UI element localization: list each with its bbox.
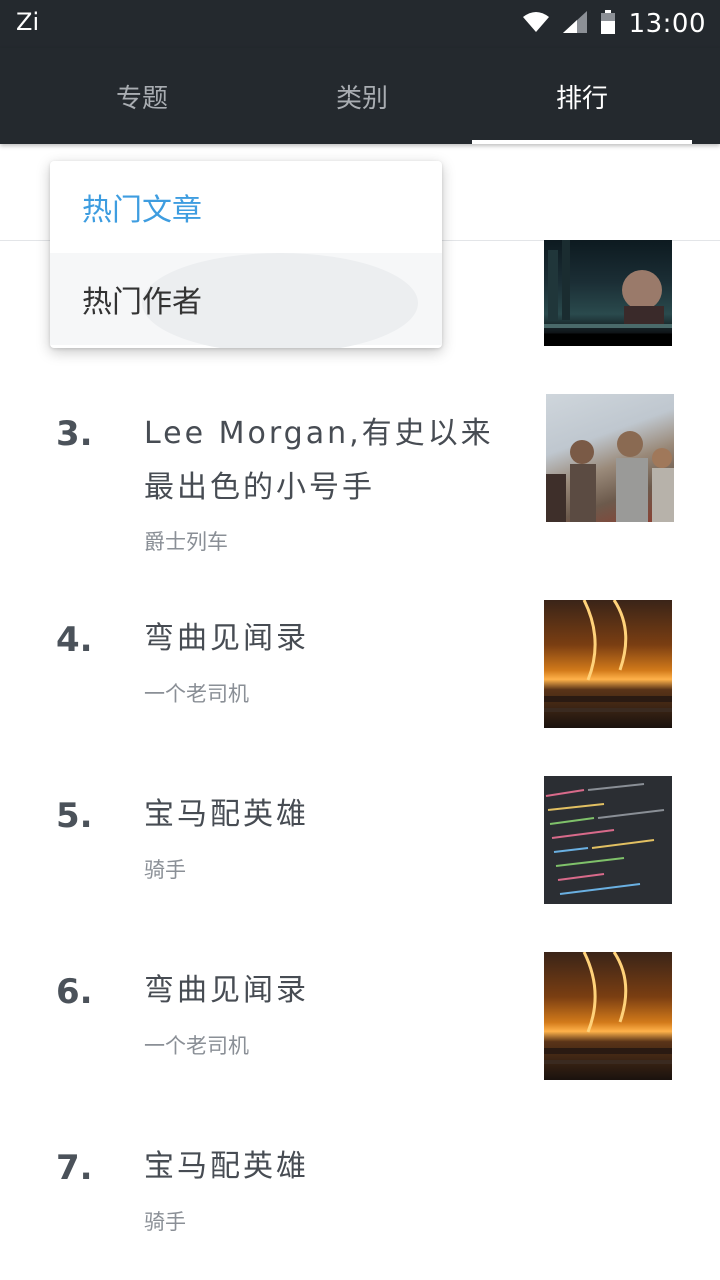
article-title: 弯曲见闻录 [144, 973, 309, 1008]
article-title: Lee Morgan,有史以来最出色的小号手 [144, 416, 494, 505]
article-thumbnail [546, 394, 674, 522]
article-author: 一个老司机 [144, 1034, 249, 1058]
tab-topics[interactable]: 专题 [32, 48, 252, 144]
wifi-icon [522, 11, 549, 37]
rank-number: 6. [56, 972, 93, 1012]
article-thumbnail [544, 600, 672, 728]
cell-signal-icon [562, 11, 587, 37]
status-time: 13:00 [628, 9, 706, 39]
battery-icon [600, 10, 615, 38]
article-thumbnail [544, 952, 672, 1080]
article-author: 爵士列车 [144, 530, 228, 554]
menu-item-hot-authors[interactable]: 热门作者 [50, 253, 442, 348]
rank-number: 5. [56, 796, 93, 836]
menu-item-label: 热门作者 [82, 285, 202, 320]
menu-item-label: 热门文章 [82, 193, 202, 228]
tab-bar: 专题 类别 排行 [0, 48, 720, 144]
article-author: 骑手 [144, 1210, 186, 1234]
status-icons: 13:00 [522, 6, 706, 42]
status-app-label: Zi [16, 8, 40, 36]
tab-categories[interactable]: 类别 [252, 48, 472, 144]
article-title: 宝马配英雄 [144, 797, 309, 832]
menu-item-hot-articles[interactable]: 热门文章 [50, 161, 442, 253]
sort-dropdown-menu: 热门文章 热门作者 [50, 161, 442, 348]
status-bar: Zi 13:00 [0, 0, 720, 48]
article-title: 弯曲见闻录 [144, 621, 309, 656]
article-thumbnail [544, 776, 672, 904]
article-author: 一个老司机 [144, 682, 249, 706]
article-thumbnail [544, 240, 672, 346]
article-title: 宝马配英雄 [144, 1149, 309, 1184]
rank-number: 7. [56, 1148, 93, 1188]
tab-ranking[interactable]: 排行 [472, 48, 692, 144]
rank-number: 4. [56, 620, 93, 660]
article-author: 骑手 [144, 858, 186, 882]
rank-number: 3. [56, 414, 93, 454]
